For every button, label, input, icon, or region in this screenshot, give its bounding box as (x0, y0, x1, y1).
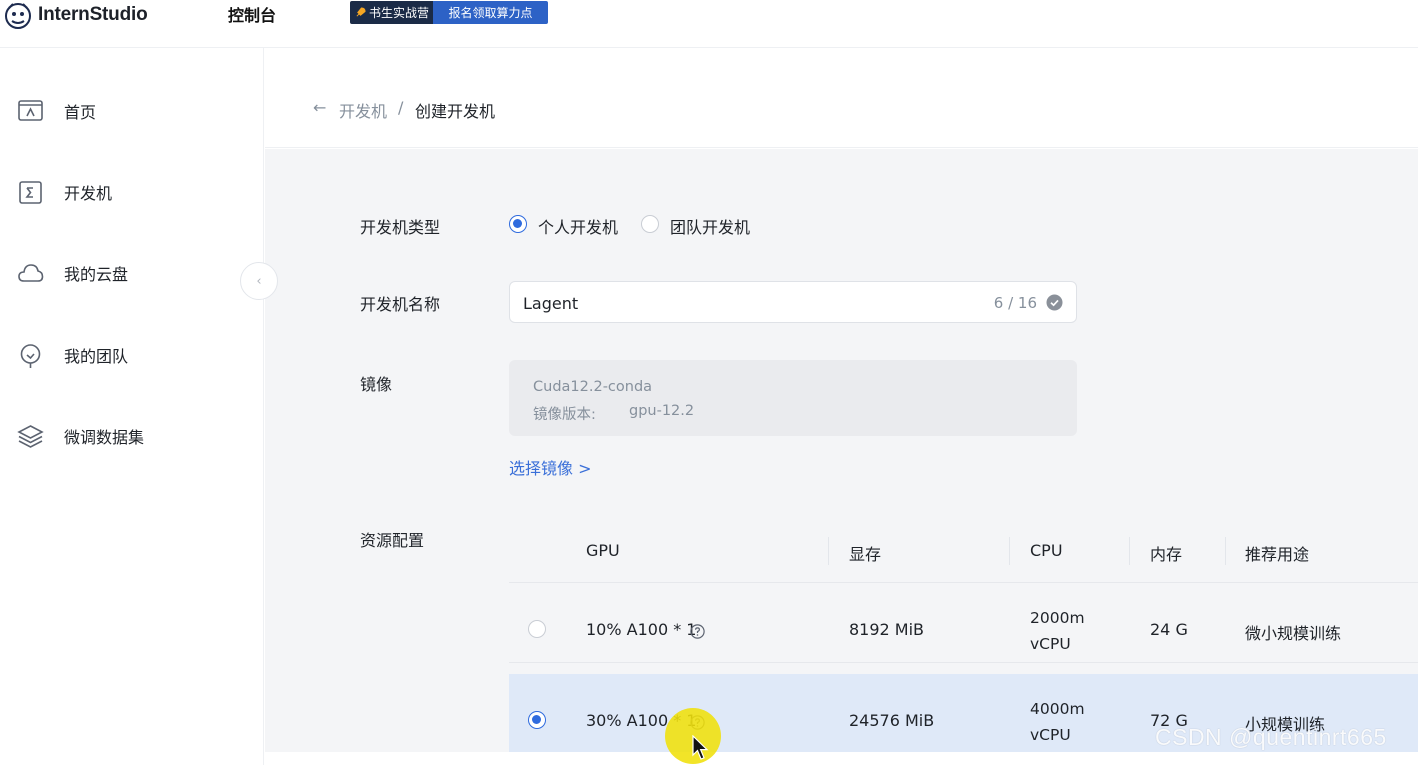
type-personal-label[interactable]: 个人开发机 (538, 214, 618, 238)
column-divider (1009, 537, 1010, 565)
layers-icon (17, 424, 44, 448)
mouse-pointer-icon (692, 735, 709, 760)
breadcrumb-separator: / (398, 98, 404, 117)
resource-table: GPU 显存 CPU 内存 推荐用途 10% A100 * 1 8192 MiB… (509, 517, 1418, 752)
cloud-icon (18, 263, 44, 282)
sidebar-item-home[interactable]: 首页 (0, 91, 262, 131)
console-title[interactable]: 控制台 (228, 2, 276, 26)
column-header-usage: 推荐用途 (1245, 545, 1310, 564)
sidebar-collapse-button[interactable]: ‹ (240, 262, 278, 300)
image-version: gpu-12.2 (629, 403, 695, 419)
resource-radio[interactable] (528, 711, 546, 729)
column-header-vram: 显存 (849, 545, 882, 564)
internstudio-logo-icon (5, 3, 31, 29)
watermark: CSDN @quentinrt665 (1155, 724, 1387, 750)
column-header-ram: 内存 (1150, 545, 1183, 564)
cpu-cell-value: 2000m (1030, 609, 1085, 627)
sidebar-item-label: 开发机 (64, 184, 113, 203)
name-char-count: 6 / 16 (993, 294, 1037, 312)
resource-label: 资源配置 (360, 531, 425, 550)
promo-left-text: 书生实战营 (369, 6, 430, 20)
gpu-cell: 10% A100 * 1 (586, 620, 697, 639)
vram-cell: 24576 MiB (849, 711, 935, 730)
rocket-icon (356, 7, 366, 17)
column-divider (1225, 537, 1226, 565)
sidebar-item-devmachine[interactable]: 开发机 (0, 172, 262, 212)
sidebar-item-label: 首页 (64, 103, 97, 122)
type-team-label[interactable]: 团队开发机 (670, 214, 750, 238)
help-icon[interactable] (690, 624, 705, 639)
sidebar-item-my-team[interactable]: 我的团队 (0, 335, 262, 375)
promo-banner[interactable]: 书生实战营 报名领取算力点 (350, 1, 548, 24)
breadcrumb-current: 创建开发机 (415, 102, 496, 121)
usage-cell: 微小规模训练 (1245, 624, 1342, 643)
create-devmachine-form: 开发机类型 个人开发机 团队开发机 开发机名称 6 / 16 镜像 Cuda12… (265, 149, 1418, 752)
promo-right-text: 报名领取算力点 (433, 1, 548, 24)
cpu-cell-value: 4000m (1030, 700, 1085, 718)
type-personal-radio[interactable] (509, 215, 527, 233)
brand-name[interactable]: InternStudio (38, 4, 148, 26)
select-image-link[interactable]: 选择镜像 > (509, 455, 592, 479)
promo-left: 书生实战营 (350, 1, 434, 24)
type-label: 开发机类型 (360, 218, 441, 237)
check-circle-icon (1046, 294, 1063, 311)
resource-radio[interactable] (528, 620, 546, 638)
ram-cell: 24 G (1150, 620, 1188, 639)
breadcrumb: ← 开发机 / 创建开发机 (265, 48, 1418, 148)
sidebar-item-cloud-disk[interactable]: 我的云盘 (0, 253, 262, 293)
table-row[interactable]: 10% A100 * 1 8192 MiB 2000m vCPU 24 G 微小… (509, 583, 1418, 663)
cpu-cell-unit: vCPU (1030, 635, 1071, 653)
breadcrumb-parent-link[interactable]: 开发机 (339, 98, 387, 122)
home-icon (18, 99, 43, 121)
sidebar-item-label: 我的团队 (64, 347, 129, 366)
name-input-wrapper[interactable]: 6 / 16 (509, 281, 1077, 323)
image-version-label: 镜像版本: (533, 407, 596, 423)
name-input[interactable] (523, 292, 963, 314)
sidebar: 首页 开发机 我的云盘 我的团队 微调数据集 (0, 48, 264, 765)
sidebar-item-label: 我的云盘 (64, 265, 129, 284)
column-divider (1129, 537, 1130, 565)
image-label: 镜像 (360, 375, 393, 394)
top-header: InternStudio 控制台 书生实战营 报名领取算力点 (0, 0, 1418, 48)
cpu-cell-unit: vCPU (1030, 726, 1071, 744)
image-name: Cuda12.2-conda (533, 379, 653, 395)
sidebar-item-finetune-dataset[interactable]: 微调数据集 (0, 416, 262, 456)
terminal-icon (19, 180, 42, 204)
column-header-cpu: CPU (1030, 541, 1063, 560)
back-arrow-icon[interactable]: ← (313, 98, 326, 117)
column-divider (828, 537, 829, 565)
column-header-gpu: GPU (586, 541, 620, 560)
name-label: 开发机名称 (360, 295, 441, 314)
sidebar-item-label: 微调数据集 (64, 428, 145, 447)
vram-cell: 8192 MiB (849, 620, 925, 639)
team-icon (20, 343, 41, 368)
type-team-radio[interactable] (641, 215, 659, 233)
chevron-left-icon: ‹ (256, 273, 262, 289)
image-info-box: Cuda12.2-conda 镜像版本: gpu-12.2 (509, 360, 1077, 436)
